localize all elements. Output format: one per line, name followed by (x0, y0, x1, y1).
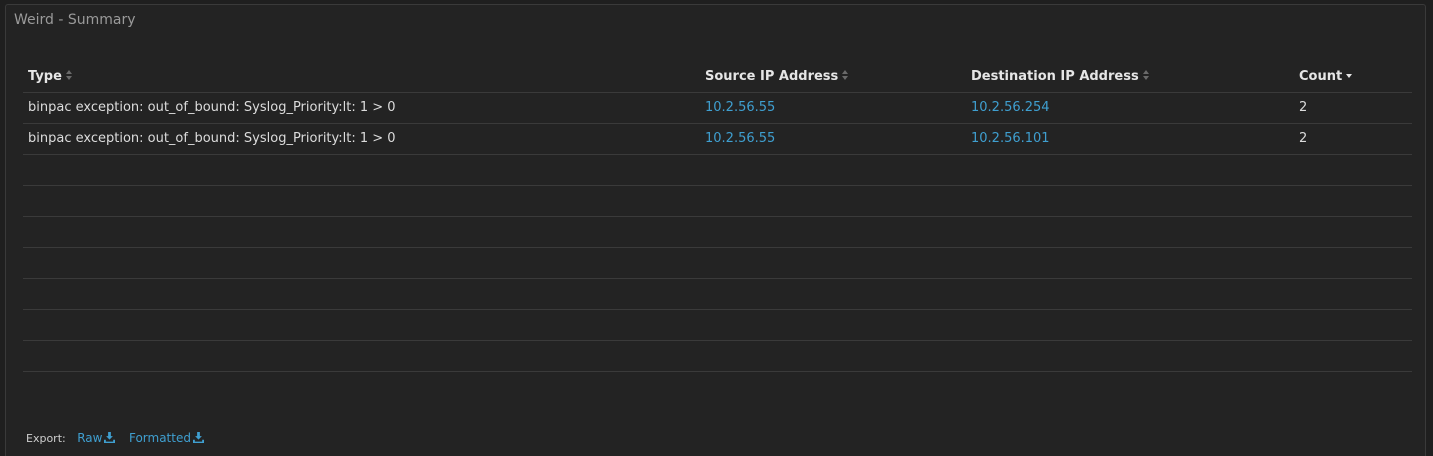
cell-count: 2 (1299, 131, 1308, 146)
cell-destination-ip-link[interactable]: 10.2.56.101 (971, 131, 1050, 147)
empty-row (23, 217, 1412, 248)
sort-icon (65, 70, 73, 80)
column-header-label: Destination IP Address (971, 69, 1139, 84)
cell-source-ip-link[interactable]: 10.2.56.55 (705, 100, 775, 116)
column-header-count[interactable]: Count (1299, 69, 1353, 85)
cell-count: 2 (1299, 100, 1308, 115)
export-label: Export: (26, 432, 66, 445)
cell-type: binpac exception: out_of_bound: Syslog_P… (28, 131, 396, 146)
empty-row (23, 248, 1412, 279)
cell-destination-ip-link[interactable]: 10.2.56.254 (971, 100, 1050, 116)
data-table: Type Source IP Address Destination IP Ad… (23, 62, 1412, 372)
table-row: binpac exception: out_of_bound: Syslog_P… (23, 93, 1412, 124)
column-header-source-ip[interactable]: Source IP Address (705, 69, 849, 85)
column-header-label: Type (28, 69, 62, 84)
column-header-label: Count (1299, 69, 1343, 84)
sort-desc-icon (1346, 70, 1353, 80)
empty-row (23, 310, 1412, 341)
export-raw-link[interactable]: Raw (77, 431, 116, 445)
empty-row (23, 186, 1412, 217)
cell-type: binpac exception: out_of_bound: Syslog_P… (28, 100, 396, 115)
download-icon (192, 432, 204, 443)
empty-row (23, 279, 1412, 310)
sort-icon (842, 70, 849, 80)
sort-icon (1142, 70, 1150, 80)
table-row: binpac exception: out_of_bound: Syslog_P… (23, 124, 1412, 155)
empty-row (23, 155, 1412, 186)
empty-row (23, 341, 1412, 372)
table-header: Type Source IP Address Destination IP Ad… (23, 62, 1412, 93)
export-formatted-link[interactable]: Formatted (129, 431, 204, 445)
column-header-type[interactable]: Type (28, 69, 73, 85)
panel-title: Weird - Summary (14, 12, 136, 28)
download-icon (104, 432, 116, 443)
column-header-destination-ip[interactable]: Destination IP Address (971, 69, 1150, 85)
column-header-label: Source IP Address (705, 69, 839, 84)
export-bar: Export: Raw Formatted (26, 431, 214, 446)
export-raw-label: Raw (77, 431, 103, 445)
cell-source-ip-link[interactable]: 10.2.56.55 (705, 131, 775, 147)
weird-summary-panel: Weird - Summary Type Source IP Address D… (5, 4, 1426, 456)
export-formatted-label: Formatted (128, 431, 191, 445)
